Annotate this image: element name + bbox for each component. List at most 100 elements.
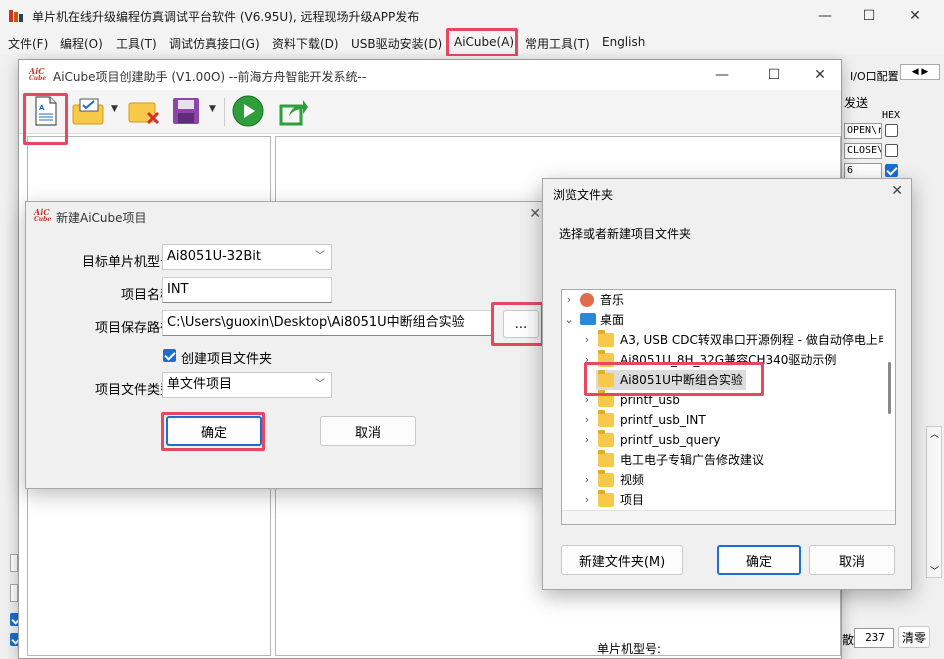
- tree-vertical-scrollbar[interactable]: [883, 290, 895, 512]
- send-row-3-input[interactable]: 6: [844, 163, 882, 179]
- folder-delete-icon: [128, 102, 160, 125]
- open-dropdown-arrow-icon[interactable]: ▼: [111, 104, 118, 114]
- project-name-input[interactable]: INT: [162, 277, 332, 303]
- folder-icon: [598, 490, 614, 507]
- tree-item-folder[interactable]: › A3, USB CDC转双串口开源例程 - 做自动停电上电: [562, 330, 892, 350]
- folder-checklist-icon: [72, 98, 104, 125]
- menu-common-tools[interactable]: 常用工具(T): [525, 35, 590, 52]
- close-icon: ✕: [814, 67, 826, 83]
- share-export-icon: [279, 100, 308, 126]
- folder-icon: [598, 450, 614, 467]
- folder-tree[interactable]: › 音乐 ⌄ 桌面 › A3, USB CDC转双串口开源例程 - 做自动停电上…: [561, 289, 896, 525]
- folder-icon: [598, 470, 614, 487]
- tree-item-music[interactable]: › 音乐: [562, 290, 892, 310]
- floppy-save-icon: [173, 98, 199, 124]
- mcu-model-status-label: 单片机型号:: [597, 642, 662, 656]
- chevron-right-icon: ›: [584, 433, 590, 446]
- tree-item-folder[interactable]: › printf_usb_query: [562, 430, 892, 450]
- send-row-1-input[interactable]: OPEN\r: [844, 123, 882, 139]
- menu-usb-driver[interactable]: USB驱动安装(D): [351, 35, 442, 52]
- menu-tools[interactable]: 工具(T): [116, 35, 157, 52]
- close-icon: ✕: [909, 8, 921, 24]
- helper-maximize-button[interactable]: ☐: [751, 60, 797, 90]
- helper-toolbar: A ▼ ▼: [19, 90, 841, 134]
- send-row-2-input[interactable]: CLOSE\: [844, 143, 882, 159]
- minimize-icon: —: [715, 67, 729, 83]
- tree-item-folder[interactable]: 电工电子专辑广告修改建议: [562, 450, 892, 470]
- minimize-button[interactable]: —: [802, 0, 848, 32]
- aicube-logo: AiC Cube: [34, 207, 52, 223]
- minimize-icon: —: [818, 8, 832, 24]
- menu-downloads[interactable]: 资料下载(D): [272, 35, 339, 52]
- menu-english[interactable]: English: [602, 35, 645, 49]
- helper-titlebar: AiC Cube AiCube项目创建助手 (V1.00O) --前海方舟智能开…: [19, 60, 841, 90]
- send-row-3-hex-checkbox[interactable]: [885, 164, 898, 177]
- project-path-input[interactable]: C:\Users\guoxin\Desktop\Ai8051U中断组合实验: [162, 310, 494, 336]
- browse-cancel-button[interactable]: 取消: [809, 545, 895, 575]
- browse-close-icon[interactable]: ✕: [891, 183, 903, 199]
- clear-button[interactable]: 清零: [898, 626, 930, 648]
- save-project-button[interactable]: [169, 94, 203, 128]
- maximize-button[interactable]: ☐: [846, 0, 892, 32]
- tree-item-videos[interactable]: › 视频: [562, 470, 892, 490]
- open-project-button[interactable]: [71, 94, 105, 128]
- chevron-right-icon: ›: [566, 293, 572, 306]
- create-folder-checkbox[interactable]: [163, 349, 176, 362]
- chevron-right-icon: ›: [584, 413, 590, 426]
- folder-icon: [598, 330, 614, 347]
- maximize-icon: ☐: [767, 67, 781, 83]
- export-button[interactable]: [277, 94, 311, 128]
- tree-item-projects[interactable]: › 项目: [562, 490, 892, 510]
- save-dropdown-arrow-icon[interactable]: ▼: [209, 104, 216, 114]
- main-window-title: 单片机在线升级编程仿真调试平台软件 (V6.95U), 远程现场升级APP发布: [32, 10, 420, 24]
- close-button[interactable]: ✕: [892, 0, 938, 32]
- chevron-right-icon: ›: [584, 333, 590, 346]
- run-button[interactable]: [231, 94, 265, 128]
- desktop-icon: [580, 313, 596, 325]
- count-label: 散: [842, 633, 855, 647]
- mcu-model-label: 目标单片机型号: [81, 255, 173, 270]
- send-label: 发送: [844, 96, 869, 110]
- create-folder-label: 创建项目文件夹: [181, 352, 273, 367]
- app-logo-icon: [9, 10, 23, 22]
- tree-horizontal-scrollbar[interactable]: [562, 510, 895, 524]
- io-config-tab[interactable]: I/O口配置: [850, 68, 899, 84]
- helper-window-title: AiCube项目创建助手 (V1.00O) --前海方舟智能开发系统--: [53, 70, 367, 84]
- chevron-down-icon: ﹀: [315, 251, 325, 262]
- music-icon: [580, 293, 594, 307]
- count-value: 237: [854, 628, 894, 648]
- folder-icon: [598, 410, 614, 427]
- play-icon: [232, 95, 264, 127]
- mcu-model-select[interactable]: Ai8051U-32Bit ﹀: [162, 244, 332, 270]
- main-right-scrollbar[interactable]: ︿ ﹀: [926, 426, 942, 578]
- chevron-right-icon: ›: [584, 473, 590, 486]
- main-left-field: [10, 554, 18, 572]
- toolbar-separator: [224, 98, 225, 126]
- browse-folder-title: 浏览文件夹: [553, 188, 614, 202]
- menu-debug-interface[interactable]: 调试仿真接口(G): [169, 35, 260, 52]
- send-row-2-hex-checkbox[interactable]: [885, 144, 898, 157]
- new-project-close-icon[interactable]: ✕: [529, 206, 541, 222]
- file-type-select[interactable]: 单文件项目 ﹀: [162, 372, 332, 398]
- scroll-up-icon: ︿: [930, 430, 940, 440]
- menu-program[interactable]: 编程(O): [60, 35, 103, 52]
- menu-file[interactable]: 文件(F): [8, 35, 48, 52]
- main-left-strip: [0, 56, 23, 659]
- browse-ok-button[interactable]: 确定: [717, 545, 801, 575]
- folder-icon: [598, 430, 614, 447]
- tree-item-desktop[interactable]: ⌄ 桌面: [562, 310, 892, 330]
- chevron-down-icon: ⌄: [564, 313, 574, 326]
- close-project-button[interactable]: [127, 94, 161, 128]
- chevron-right-icon: ›: [584, 493, 590, 506]
- aicube-logo: AiC Cube: [29, 66, 47, 82]
- send-row-1-hex-checkbox[interactable]: [885, 124, 898, 137]
- selected-folder-highlight: [584, 362, 764, 396]
- aicube-menu-highlight: [446, 28, 518, 57]
- new-project-title: 新建AiCube项目: [56, 211, 147, 225]
- tree-item-folder[interactable]: › printf_usb_INT: [562, 410, 892, 430]
- helper-close-button[interactable]: ✕: [797, 60, 843, 90]
- new-folder-button[interactable]: 新建文件夹(M): [561, 545, 683, 575]
- tab-scroll-arrows[interactable]: ◀ ▶: [900, 64, 940, 80]
- helper-minimize-button[interactable]: —: [699, 60, 745, 90]
- new-project-cancel-button[interactable]: 取消: [320, 416, 416, 446]
